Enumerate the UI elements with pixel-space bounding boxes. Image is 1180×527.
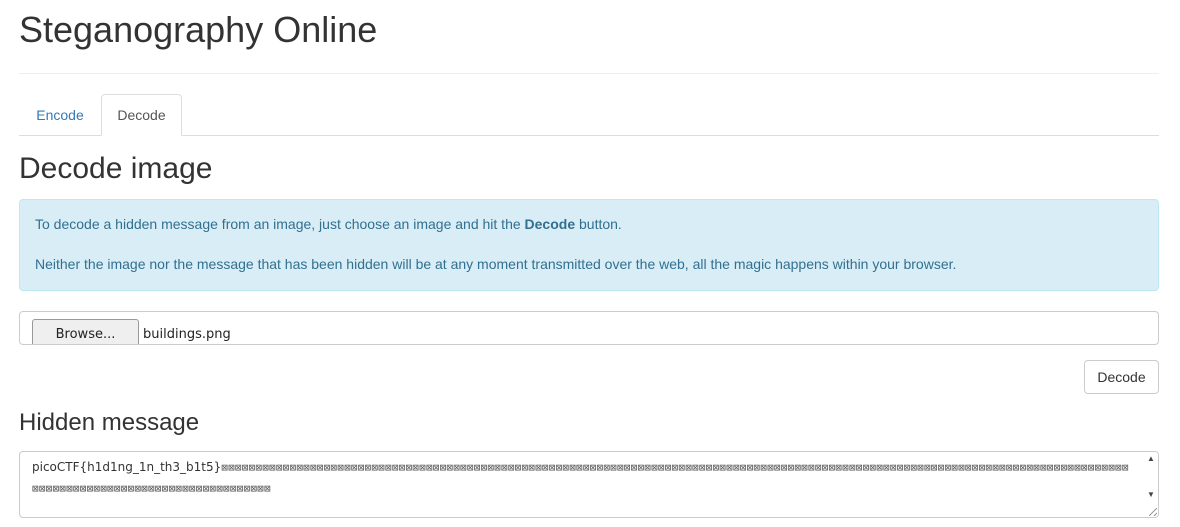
info-line-1: To decode a hidden message from an image…	[35, 215, 622, 233]
title-divider	[19, 73, 1159, 74]
scroll-down-arrow-icon[interactable]: ▼	[1146, 490, 1156, 500]
tab-bar: Encode Decode	[19, 94, 1159, 136]
tab-encode[interactable]: Encode	[20, 94, 100, 136]
resize-grip-icon[interactable]	[1149, 508, 1157, 516]
page: Steganography Online Encode Decode Decod…	[0, 0, 1180, 527]
info-alert: To decode a hidden message from an image…	[19, 199, 1159, 291]
info-line-1-suffix: button.	[575, 216, 622, 232]
info-line-1-bold: Decode	[524, 216, 576, 232]
browse-button[interactable]: Browse...	[32, 319, 139, 344]
hidden-message-content: picoCTF{h1d1ng_1n_th3_b1t5}⊠⊠⊠⊠⊠⊠⊠⊠⊠⊠⊠⊠⊠…	[32, 457, 1132, 517]
info-line-2: Neither the image nor the message that h…	[35, 256, 957, 272]
tab-decode[interactable]: Decode	[101, 94, 182, 136]
decode-button[interactable]: Decode	[1084, 360, 1159, 394]
hidden-message-textarea[interactable]: picoCTF{h1d1ng_1n_th3_b1t5}⊠⊠⊠⊠⊠⊠⊠⊠⊠⊠⊠⊠⊠…	[19, 451, 1159, 518]
hidden-message-text: picoCTF{h1d1ng_1n_th3_b1t5}	[32, 460, 222, 474]
hidden-message-title: Hidden message	[19, 409, 200, 436]
file-input[interactable]: Browse... buildings.png	[19, 311, 1159, 345]
info-line-1-prefix: To decode a hidden message from an image…	[35, 216, 525, 232]
section-title: Decode image	[19, 152, 213, 185]
scroll-up-arrow-icon[interactable]: ▲	[1146, 454, 1156, 464]
site-title: Steganography Online	[19, 9, 378, 50]
selected-file-name: buildings.png	[143, 327, 231, 342]
